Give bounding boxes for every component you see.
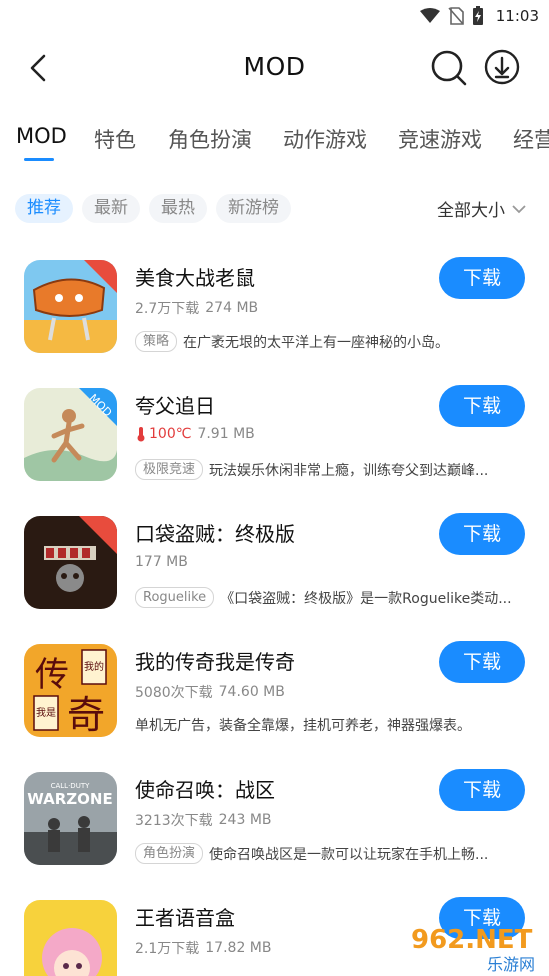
- tab-action[interactable]: 动作游戏: [283, 124, 367, 154]
- kuafu-icon[interactable]: MOD: [24, 388, 117, 481]
- size-filter-dropdown[interactable]: 全部大小: [437, 196, 527, 221]
- no-sim-icon: [448, 7, 464, 25]
- app-desc-row: 极限竞速 玩法娱乐休闲非常上瘾，训练夸父到达巅峰...: [135, 459, 530, 480]
- app-size: 243 MB: [218, 812, 272, 828]
- chevron-down-icon: [512, 204, 526, 213]
- app-desc-row: 角色扮演 使命召唤战区是一款可以让玩家在手机上畅...: [135, 843, 530, 864]
- download-count: 2.1万下载: [135, 941, 200, 957]
- app-description: 单机无广告，装备全靠爆，挂机可养老，神器强爆表。: [135, 718, 471, 734]
- app-size: 274 MB: [205, 300, 259, 316]
- download-count: 3213次下载: [135, 813, 213, 829]
- icon-char-qi: 奇: [67, 693, 105, 737]
- status-bar: 11:03: [0, 0, 549, 32]
- battery-charging-icon: [472, 6, 483, 25]
- genre-tag[interactable]: Roguelike: [135, 587, 215, 608]
- voice-box-icon[interactable]: [24, 900, 117, 976]
- chip-recommended[interactable]: 推荐: [15, 194, 73, 223]
- app-meta: 5080次下载 74.60 MB: [135, 682, 285, 702]
- download-button[interactable]: 下载: [439, 769, 525, 811]
- chip-newest[interactable]: 最新: [82, 194, 140, 223]
- list-item[interactable]: 传 奇 我的 我是 我的传奇我是传奇 5080次下载 74.60 MB 单机无广…: [0, 634, 549, 762]
- search-icon[interactable]: [430, 49, 468, 87]
- genre-tag[interactable]: 极限竞速: [135, 459, 204, 480]
- category-tabs: MOD 特色 角色扮演 动作游戏 竞速游戏 经营: [0, 120, 549, 164]
- app-name[interactable]: 口袋盗贼：终极版: [135, 518, 295, 547]
- icon-text-warzone: WARZONE: [27, 790, 112, 808]
- watermark-sub: 乐游网: [487, 955, 535, 974]
- pocket-rogues-icon[interactable]: [24, 516, 117, 609]
- back-arrow-icon[interactable]: [24, 52, 56, 84]
- list-item[interactable]: CALL·DUTY WARZONE 使命召唤：战区 3213次下载 243 MB…: [0, 762, 549, 890]
- app-name[interactable]: 美食大战老鼠: [135, 262, 255, 291]
- genre-tag[interactable]: 角色扮演: [135, 843, 204, 864]
- wifi-icon: [419, 8, 440, 23]
- download-button[interactable]: 下载: [439, 257, 525, 299]
- app-name[interactable]: 夸父追日: [135, 390, 215, 419]
- app-name[interactable]: 我的传奇我是传奇: [135, 646, 295, 675]
- icon-text-woshi: 我是: [36, 707, 56, 719]
- list-item[interactable]: MOD 夸父追日 100℃ 7.91 MB 极限竞速 玩法娱乐休闲非常上瘾，训练…: [0, 378, 549, 506]
- app-desc-row: Roguelike 《口袋盗贼：终极版》是一款Roguelike类动...: [135, 587, 530, 608]
- watermark-brand: 962.NET: [411, 925, 533, 955]
- download-button[interactable]: 下载: [439, 641, 525, 683]
- site-watermark-logo: 962.NET 乐游网: [411, 925, 535, 974]
- chip-new-games[interactable]: 新游榜: [216, 194, 291, 223]
- icon-text-wode: 我的: [84, 660, 104, 673]
- tab-mod[interactable]: MOD: [16, 124, 67, 148]
- app-desc-row: 单机无广告，装备全靠爆，挂机可养老，神器强爆表。: [135, 715, 530, 735]
- app-desc-row: 策略 在广袤无垠的太平洋上有一座神秘的小岛。: [135, 331, 530, 352]
- app-description: 《口袋盗贼：终极版》是一款Roguelike类动...: [220, 590, 512, 607]
- tab-featured[interactable]: 特色: [94, 124, 136, 154]
- download-count: 2.7万下载: [135, 301, 200, 317]
- app-size: 17.82 MB: [205, 940, 272, 956]
- app-size: 177 MB: [135, 554, 188, 570]
- app-meta: 100℃ 7.91 MB: [135, 426, 255, 442]
- legend-icon[interactable]: 传 奇 我的 我是: [24, 644, 117, 737]
- download-button[interactable]: 下载: [439, 513, 525, 555]
- download-manager-icon[interactable]: [484, 49, 520, 85]
- icon-text-cod: CALL·DUTY: [51, 782, 90, 790]
- app-meta: 2.7万下载 274 MB: [135, 298, 258, 318]
- tab-rpg[interactable]: 角色扮演: [168, 124, 252, 154]
- size-filter-label: 全部大小: [437, 201, 505, 221]
- app-size: 7.91 MB: [197, 426, 255, 442]
- genre-tag[interactable]: 策略: [135, 331, 178, 352]
- app-name[interactable]: 王者语音盒: [135, 902, 235, 931]
- app-description: 玩法娱乐休闲非常上瘾，训练夸父到达巅峰...: [209, 462, 489, 479]
- app-description: 在广袤无垠的太平洋上有一座神秘的小岛。: [183, 334, 450, 351]
- hotness-indicator: 100℃: [135, 426, 191, 442]
- thermometer-icon: [137, 427, 145, 442]
- app-meta: 3213次下载 243 MB: [135, 810, 272, 830]
- download-count: 5080次下载: [135, 685, 213, 701]
- app-meta: 177 MB: [135, 554, 188, 570]
- app-description: 使命召唤战区是一款可以让玩家在手机上畅...: [209, 846, 489, 863]
- list-item[interactable]: 口袋盗贼：终极版 177 MB Roguelike 《口袋盗贼：终极版》是一款R…: [0, 506, 549, 634]
- app-name[interactable]: 使命召唤：战区: [135, 774, 275, 803]
- hotness-value: 100℃: [149, 426, 192, 442]
- app-meta: 2.1万下载 17.82 MB: [135, 938, 271, 958]
- status-time: 11:03: [495, 7, 539, 25]
- tab-business[interactable]: 经营: [513, 124, 549, 154]
- chip-hottest[interactable]: 最热: [149, 194, 207, 223]
- list-item[interactable]: 美食大战老鼠 2.7万下载 274 MB 策略 在广袤无垠的太平洋上有一座神秘的…: [0, 250, 549, 378]
- app-size: 74.60 MB: [218, 684, 285, 700]
- app-bar: MOD: [0, 32, 549, 102]
- icon-char-chuan: 传: [35, 655, 69, 695]
- food-war-icon[interactable]: [24, 260, 117, 353]
- active-tab-indicator: [24, 158, 54, 161]
- download-button[interactable]: 下载: [439, 385, 525, 427]
- tab-racing[interactable]: 竞速游戏: [398, 124, 482, 154]
- filter-bar: 推荐 最新 最热 新游榜 全部大小: [0, 194, 549, 226]
- warzone-icon[interactable]: CALL·DUTY WARZONE: [24, 772, 117, 865]
